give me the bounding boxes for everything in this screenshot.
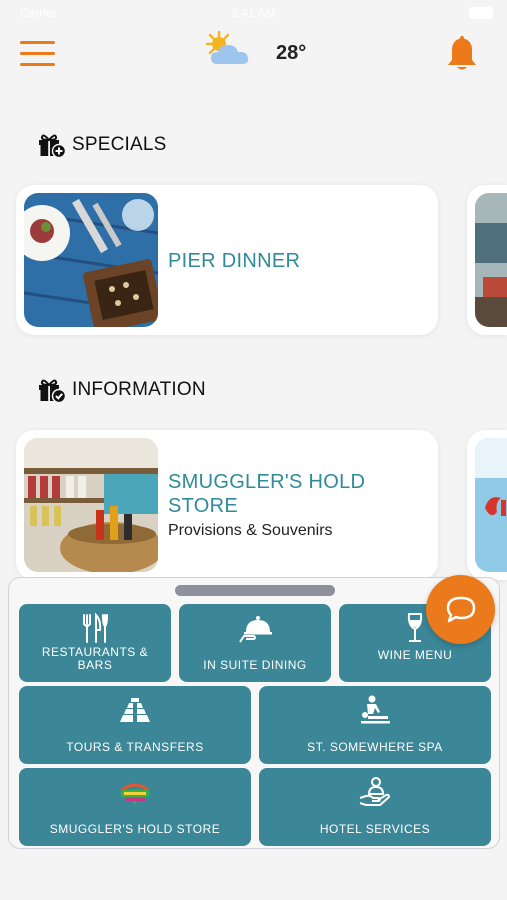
special-card-next[interactable]: [467, 185, 507, 335]
specials-heading: SPECIALS: [38, 132, 167, 158]
partly-cloudy-icon: [205, 30, 249, 64]
tile-label: TOURS & TRANSFERS: [66, 740, 204, 754]
hand-service-icon: [359, 777, 390, 806]
card-subtitle: Provisions & Souvenirs: [168, 522, 333, 539]
info-card-next[interactable]: [467, 430, 507, 580]
chat-bubble-icon: [446, 596, 476, 623]
pyramid-icon: [120, 698, 150, 722]
notification-bell-icon[interactable]: [445, 34, 479, 72]
tile-label: ST. SOMEWHERE SPA: [307, 740, 443, 754]
tile-label: SMUGGLER'S HOLD STORE: [49, 822, 221, 836]
tile-smugglers-hold-store[interactable]: SMUGGLER'S HOLD STORE: [19, 768, 251, 846]
next-card-image: [475, 438, 507, 572]
info-card-smugglers-hold-store[interactable]: SMUGGLER'S HOLD STORE Provisions & Souve…: [16, 430, 438, 580]
card-title: SMUGGLER'S HOLD STORE: [168, 471, 366, 517]
menu-icon[interactable]: [20, 41, 55, 67]
chat-button[interactable]: [426, 575, 495, 644]
temperature: 28°: [276, 42, 307, 64]
tile-hotel-services[interactable]: HOTEL SERVICES: [259, 768, 491, 846]
gift-check-icon: [39, 379, 66, 403]
store-logo-icon: [121, 783, 149, 806]
tile-restaurants-bars[interactable]: RESTAURANTS & BARS: [19, 604, 171, 682]
store-image: [24, 438, 158, 572]
drag-handle[interactable]: [175, 585, 335, 596]
cloche-icon: [239, 616, 272, 643]
section-title: INFORMATION: [72, 379, 206, 400]
massage-icon: [361, 695, 390, 724]
section-title: SPECIALS: [72, 134, 167, 155]
status-bar: Carrier 9:41 AM: [0, 0, 507, 28]
tile-label: IN SUITE DINING: [203, 658, 307, 672]
top-bar: 28°: [0, 28, 507, 80]
pier-dinner-image: [24, 193, 158, 327]
gift-plus-icon: [39, 134, 66, 158]
card-title: PIER DINNER: [168, 250, 301, 272]
clock: 9:41 AM: [231, 6, 276, 20]
battery-icon: [469, 7, 493, 19]
tile-label: HOTEL SERVICES: [319, 822, 431, 836]
tile-st-somewhere-spa[interactable]: ST. SOMEWHERE SPA: [259, 686, 491, 764]
special-card-pier-dinner[interactable]: PIER DINNER: [16, 185, 438, 335]
tile-tours-transfers[interactable]: TOURS & TRANSFERS: [19, 686, 251, 764]
next-card-image: [475, 193, 507, 327]
tile-label: RESTAURANTS & BARS: [41, 645, 149, 672]
tile-label: WINE MENU: [377, 648, 453, 662]
tile-in-suite-dining[interactable]: IN SUITE DINING: [179, 604, 331, 682]
information-heading: INFORMATION: [38, 377, 206, 403]
fork-knife-icon: [83, 612, 108, 643]
